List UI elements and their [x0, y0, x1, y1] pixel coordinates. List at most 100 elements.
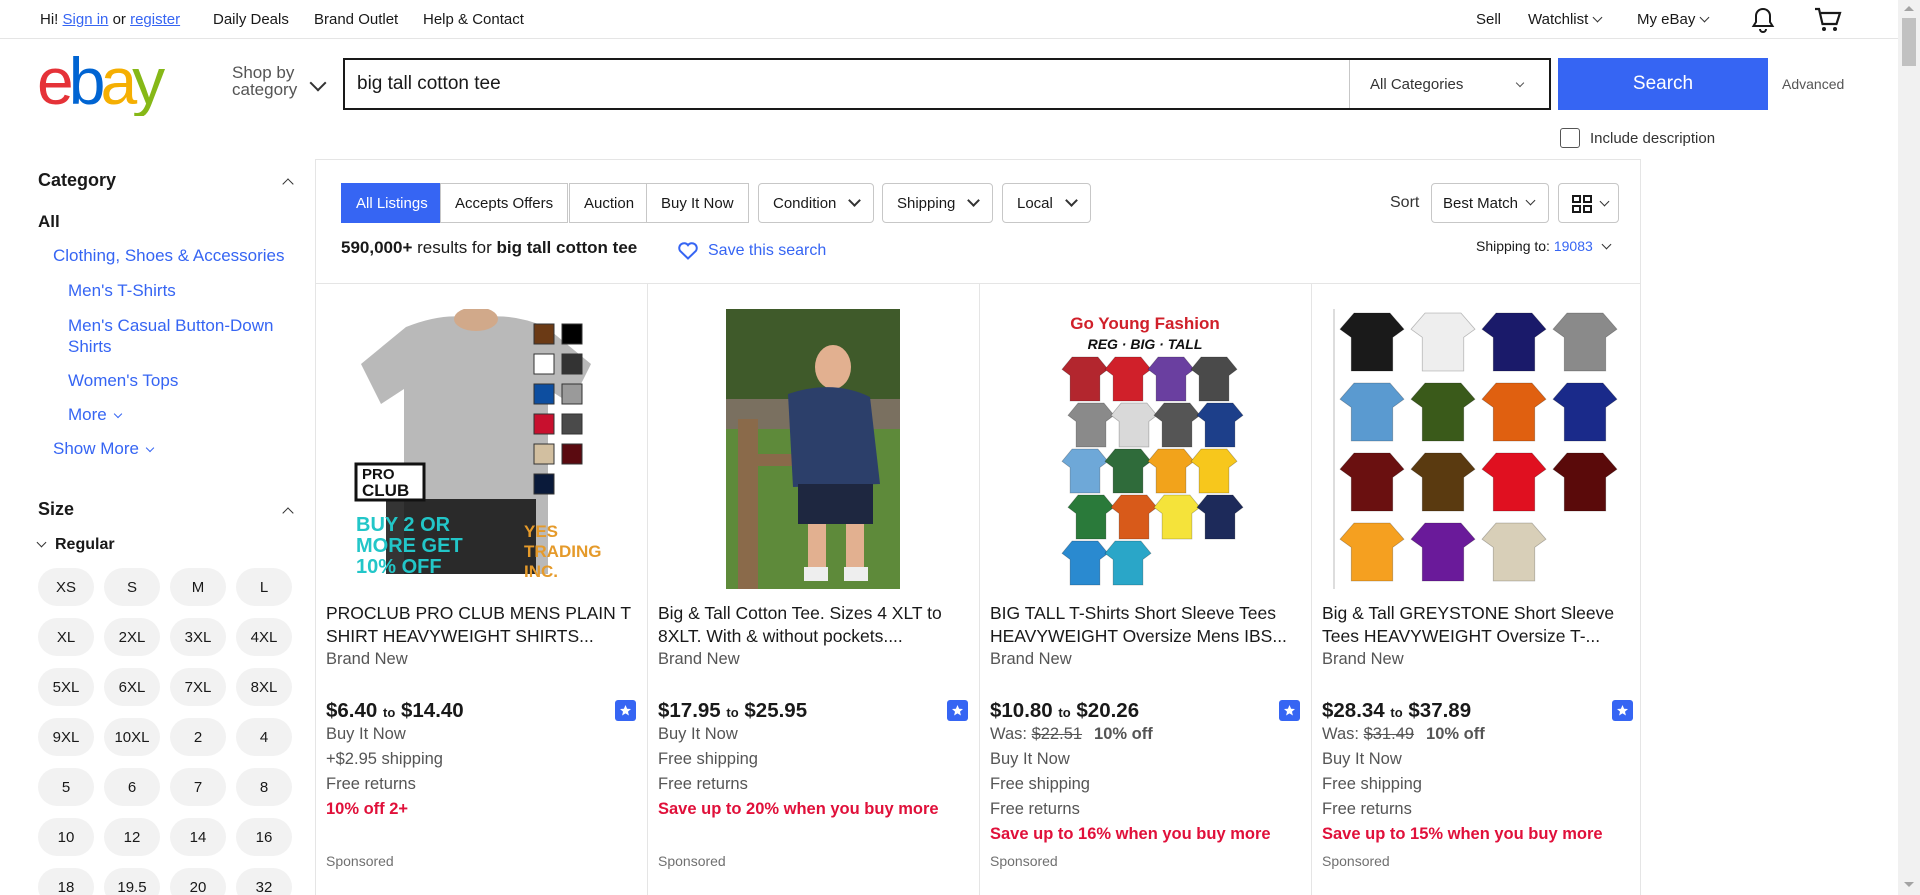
include-description-checkbox[interactable]	[1560, 128, 1580, 148]
category-all[interactable]: All	[38, 212, 60, 232]
size-option[interactable]: 4	[236, 718, 292, 756]
save-search-button[interactable]: Save this search	[678, 242, 826, 260]
sell-link[interactable]: Sell	[1476, 11, 1501, 28]
item-image[interactable]: Go Young Fashion REG · BIG · TALL	[990, 309, 1300, 589]
size-option[interactable]: 14	[170, 818, 226, 856]
item-promo: 10% off 2+	[326, 800, 409, 818]
tshirt-graphic	[1110, 494, 1158, 540]
size-option[interactable]: XL	[38, 618, 94, 656]
shipping-dropdown[interactable]: Shipping	[882, 183, 994, 223]
size-option[interactable]: 7XL	[170, 668, 226, 706]
notifications-bell-icon[interactable]	[1748, 6, 1778, 34]
advanced-search-link[interactable]: Advanced	[1782, 76, 1844, 92]
size-option[interactable]: M	[170, 568, 226, 606]
item-image[interactable]	[658, 309, 968, 589]
size-option[interactable]: 10	[38, 818, 94, 856]
daily-deals-link[interactable]: Daily Deals	[213, 11, 289, 28]
size-option[interactable]: L	[236, 568, 292, 606]
brand-outlet-link[interactable]: Brand Outlet	[314, 11, 398, 28]
local-dropdown[interactable]: Local	[1002, 183, 1091, 223]
size-option[interactable]: 4XL	[236, 618, 292, 656]
watch-star-icon[interactable]	[947, 700, 968, 721]
grid-view-icon	[1572, 195, 1592, 213]
show-more-button[interactable]: Show More	[53, 438, 155, 459]
scrollbar-thumb[interactable]	[1902, 18, 1916, 66]
category-womens-tops-link[interactable]: Women's Tops	[68, 370, 178, 391]
include-description-option[interactable]: Include description	[1560, 128, 1715, 148]
chevron-up-icon[interactable]	[282, 178, 294, 190]
regular-size-group[interactable]: Regular	[36, 536, 115, 554]
size-option[interactable]: 16	[236, 818, 292, 856]
category-heading[interactable]: Category	[38, 170, 116, 191]
scroll-up-arrow-icon[interactable]	[1904, 6, 1914, 11]
category-mens-casual-link[interactable]: Men's Casual Button-Down	[68, 315, 273, 336]
register-link[interactable]: register	[130, 11, 180, 28]
item-title[interactable]: PROCLUB PRO CLUB MENS PLAIN T SHIRT HEAV…	[326, 602, 642, 648]
tab-all-listings[interactable]: All Listings	[341, 183, 443, 223]
tshirt-graphic	[1410, 312, 1476, 372]
item-card[interactable]: PRO CLUB BUY 2 OR MORE GET 10% OFF YES T…	[316, 284, 648, 895]
category-mens-casual-link-line2[interactable]: Shirts	[68, 336, 111, 357]
size-option[interactable]: 2	[170, 718, 226, 756]
watch-star-icon[interactable]	[615, 700, 636, 721]
shop-by-category-button[interactable]: Shop by category	[232, 64, 297, 98]
item-image[interactable]	[1322, 309, 1632, 589]
search-input[interactable]	[345, 60, 1349, 108]
my-ebay-menu[interactable]: My eBay	[1637, 11, 1710, 28]
sort-select[interactable]: Best Match	[1431, 183, 1549, 223]
page-scrollbar[interactable]	[1898, 0, 1920, 895]
item-image[interactable]: PRO CLUB BUY 2 OR MORE GET 10% OFF YES T…	[326, 309, 636, 589]
chevron-up-icon[interactable]	[282, 507, 294, 519]
size-option[interactable]: 20	[170, 868, 226, 895]
size-option[interactable]: 3XL	[170, 618, 226, 656]
size-option[interactable]: 9XL	[38, 718, 94, 756]
size-option[interactable]: 19.5	[104, 868, 160, 895]
size-option[interactable]: 7	[170, 768, 226, 806]
tab-auction[interactable]: Auction	[569, 183, 650, 223]
size-option[interactable]: 2XL	[104, 618, 160, 656]
size-option[interactable]: 6	[104, 768, 160, 806]
price-high: $37.89	[1408, 699, 1472, 722]
watchlist-menu[interactable]: Watchlist	[1528, 11, 1603, 28]
item-condition: Brand New	[658, 650, 740, 668]
item-card[interactable]: Big & Tall Cotton Tee. Sizes 4 XLT to 8X…	[648, 284, 980, 895]
size-option[interactable]: 5XL	[38, 668, 94, 706]
search-button[interactable]: Search	[1558, 58, 1768, 110]
category-clothing-link[interactable]: Clothing, Shoes & Accessories	[53, 245, 285, 266]
view-toggle[interactable]	[1558, 183, 1619, 223]
category-mens-tshirts-link[interactable]: Men's T-Shirts	[68, 280, 176, 301]
help-contact-link[interactable]: Help & Contact	[423, 11, 524, 28]
tab-buy-it-now[interactable]: Buy It Now	[646, 183, 749, 223]
item-title[interactable]: Big & Tall GREYSTONE Short Sleeve Tees H…	[1322, 602, 1638, 648]
size-heading[interactable]: Size	[38, 499, 74, 520]
size-option[interactable]: 5	[38, 768, 94, 806]
size-option[interactable]: S	[104, 568, 160, 606]
item-title[interactable]: Big & Tall Cotton Tee. Sizes 4 XLT to 8X…	[658, 602, 974, 648]
item-card[interactable]: Big & Tall GREYSTONE Short Sleeve Tees H…	[1312, 284, 1644, 895]
size-option[interactable]: 8XL	[236, 668, 292, 706]
sort-value: Best Match	[1443, 194, 1519, 212]
item-title[interactable]: BIG TALL T-Shirts Short Sleeve Tees HEAV…	[990, 602, 1306, 648]
tab-accepts-offers[interactable]: Accepts Offers	[440, 183, 569, 223]
size-option[interactable]: 12	[104, 818, 160, 856]
size-option[interactable]: 8	[236, 768, 292, 806]
cart-icon[interactable]	[1813, 6, 1843, 34]
condition-dropdown[interactable]: Condition	[758, 183, 875, 223]
item-shipping: +$2.95 shipping	[326, 750, 443, 768]
condition-label: Condition	[773, 194, 837, 212]
chevron-down-icon[interactable]	[309, 74, 327, 92]
size-option[interactable]: 32	[236, 868, 292, 895]
watch-star-icon[interactable]	[1612, 700, 1633, 721]
shipping-to-selector[interactable]: Shipping to: 19083	[1476, 238, 1612, 254]
category-select[interactable]: All Categories	[1349, 60, 1549, 108]
size-option[interactable]: 6XL	[104, 668, 160, 706]
scroll-down-arrow-icon[interactable]	[1904, 882, 1914, 887]
item-card[interactable]: Go Young Fashion REG · BIG · TALL BIG TA…	[980, 284, 1312, 895]
size-option[interactable]: 10XL	[104, 718, 160, 756]
size-option[interactable]: 18	[38, 868, 94, 895]
ebay-logo[interactable]: ebay	[37, 44, 185, 118]
size-option[interactable]: XS	[38, 568, 94, 606]
watch-star-icon[interactable]	[1279, 700, 1300, 721]
sign-in-link[interactable]: Sign in	[63, 11, 109, 28]
more-categories-button[interactable]: More	[68, 404, 122, 425]
